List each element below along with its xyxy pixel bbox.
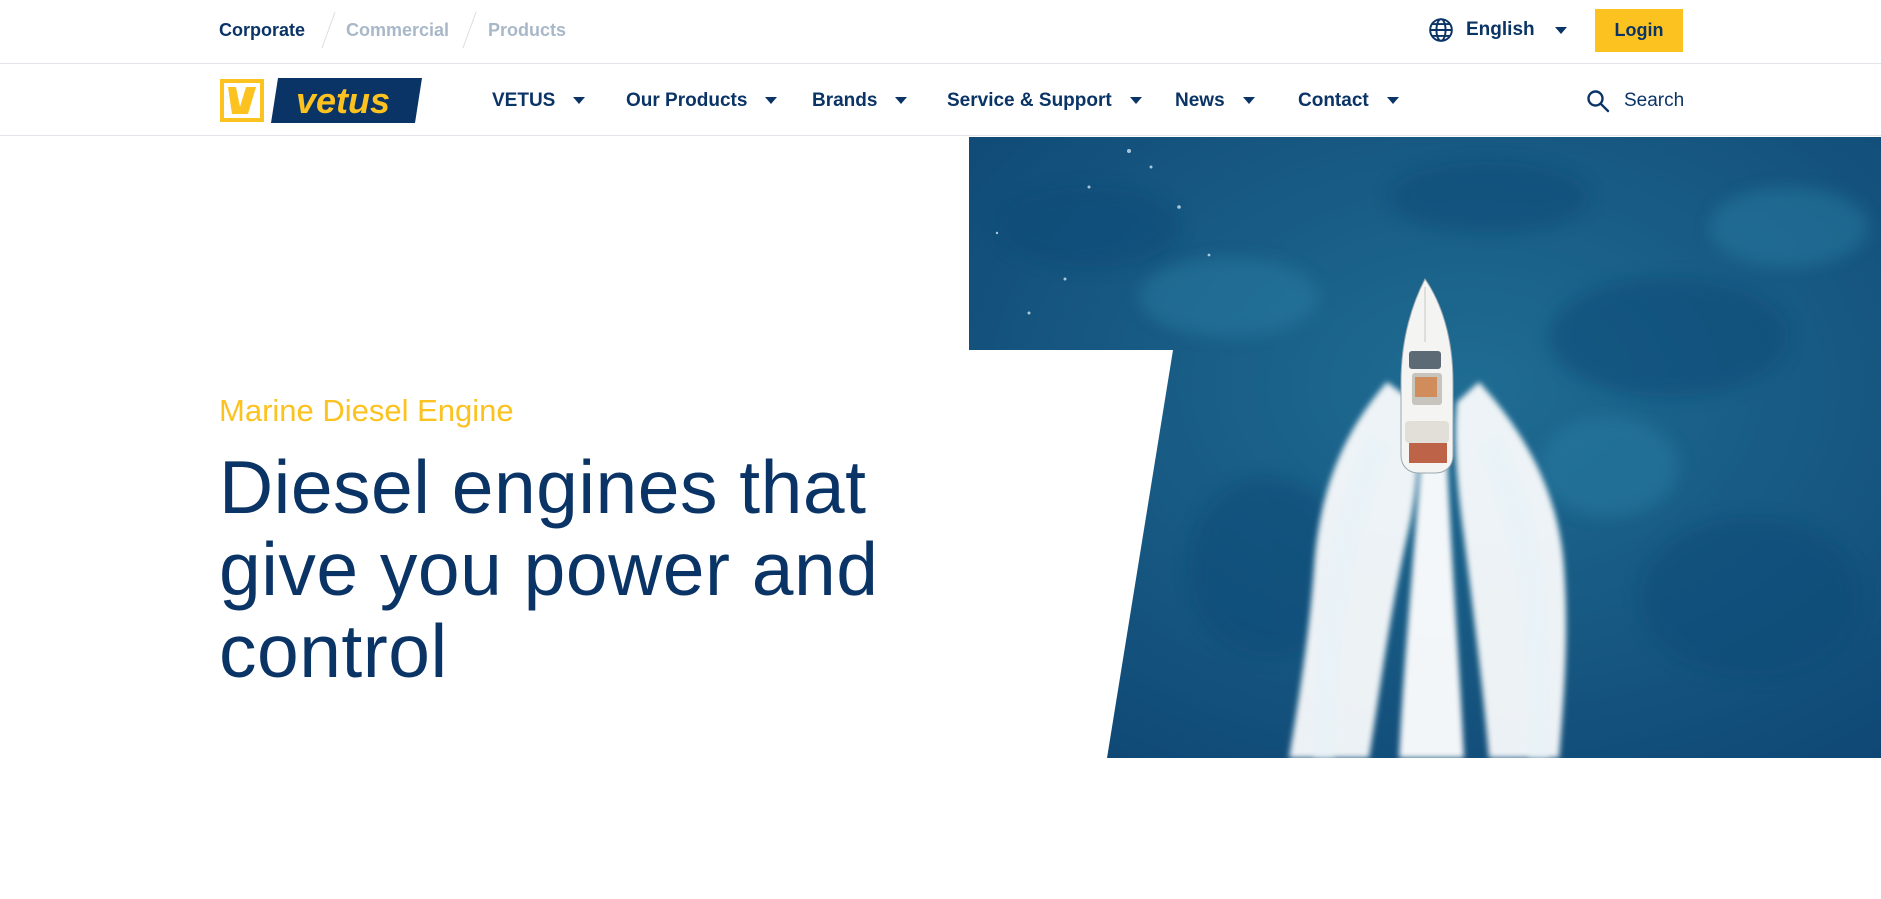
nav-item-label: Our Products <box>626 89 748 111</box>
chevron-down-icon <box>1242 97 1255 104</box>
login-button[interactable]: Login <box>1595 9 1683 52</box>
nav-item-label: Brands <box>812 89 878 111</box>
nav-item-brands[interactable]: Brands <box>812 65 908 136</box>
search-label: Search <box>1624 89 1685 111</box>
nav-item-service-support[interactable]: Service & Support <box>947 65 1142 136</box>
nav-item-vetus[interactable]: VETUS <box>492 65 586 136</box>
nav-item-label: Contact <box>1298 89 1369 111</box>
main-navigation: vetus VETUS Our Products Brands Service … <box>0 65 1881 136</box>
segment-divider <box>321 12 336 48</box>
logo-mark: vetus <box>220 78 422 123</box>
nav-item-our-products[interactable]: Our Products <box>626 65 778 136</box>
chevron-down-icon <box>895 97 908 104</box>
chevron-down-icon <box>573 97 586 104</box>
nav-item-label: VETUS <box>492 89 556 111</box>
nav-item-label: News <box>1175 89 1225 111</box>
chevron-down-icon <box>1129 97 1142 104</box>
nav-item-contact[interactable]: Contact <box>1298 65 1399 136</box>
search-button[interactable]: Search <box>1586 65 1684 136</box>
nav-item-label: Service & Support <box>947 89 1112 111</box>
segment-products[interactable]: Products <box>488 0 566 60</box>
chevron-down-icon <box>1386 97 1399 104</box>
chevron-down-icon <box>765 97 778 104</box>
vetus-logo[interactable]: vetus <box>219 78 422 123</box>
segment-divider <box>462 12 477 48</box>
hero-boat-image <box>969 137 1881 758</box>
search-icon <box>1587 89 1610 112</box>
globe-icon <box>1429 18 1453 42</box>
hero-headline: Diesel engines that give you power and c… <box>219 445 879 693</box>
nav-item-news[interactable]: News <box>1175 65 1255 136</box>
language-label: English <box>1466 19 1535 40</box>
segment-commercial[interactable]: Commercial <box>346 0 449 60</box>
top-utility-bar: Corporate Commercial Products English Lo… <box>0 0 1881 64</box>
chevron-down-icon <box>1554 26 1567 34</box>
svg-text:vetus: vetus <box>296 80 390 121</box>
language-selector[interactable]: English <box>1428 0 1567 60</box>
hero-eyebrow: Marine Diesel Engine <box>219 393 514 428</box>
segment-corporate[interactable]: Corporate <box>219 0 305 60</box>
